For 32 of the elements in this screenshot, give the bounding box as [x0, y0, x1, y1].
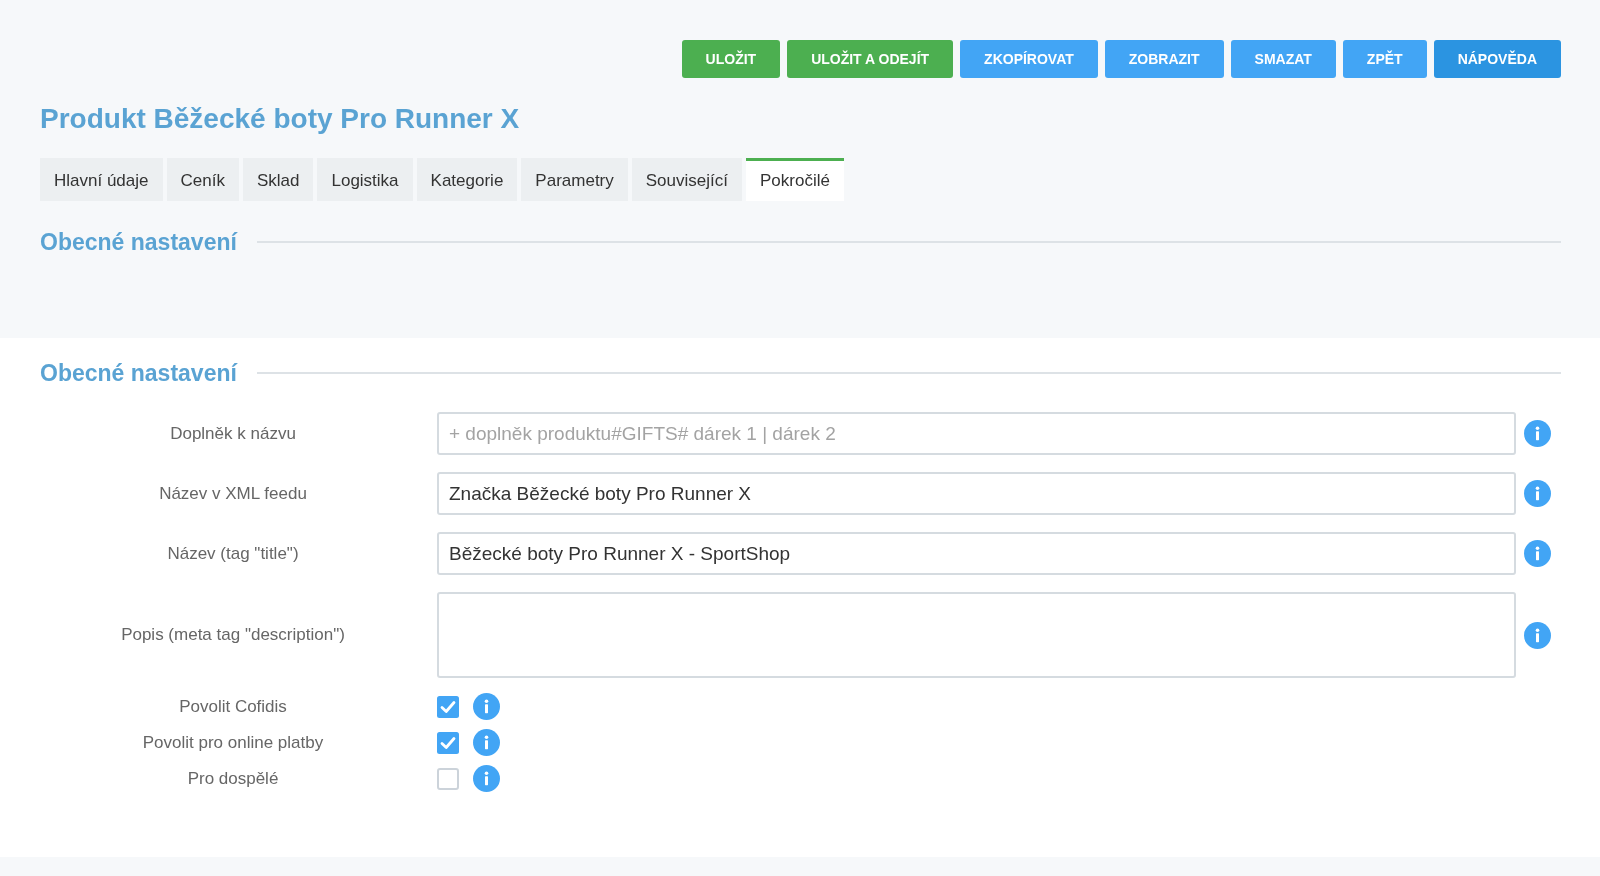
tab[interactable]: Související: [631, 158, 742, 201]
tab[interactable]: Kategorie: [416, 158, 518, 201]
text-input[interactable]: + doplněk produktu#GIFTS# dárek 1 | dárek 2: [437, 412, 1516, 455]
field-label: Název (tag "title"): [167, 543, 299, 563]
tab[interactable]: Sklad: [242, 158, 314, 201]
info-icon[interactable]: [1524, 420, 1551, 447]
section-heading: Obecné nastavení: [40, 228, 237, 257]
info-icon[interactable]: [1524, 480, 1551, 507]
tab[interactable]: Ceník: [166, 158, 239, 201]
section-heading: Obecné nastavení: [40, 359, 237, 388]
tab[interactable]: Parametry: [521, 158, 628, 201]
info-icon[interactable]: [1524, 621, 1551, 649]
text-input[interactable]: Značka Běžecké boty Pro Runner X: [437, 472, 1516, 515]
tab[interactable]: Pokročilé: [746, 158, 844, 201]
tab[interactable]: Hlavní údaje: [40, 158, 163, 201]
info-icon[interactable]: [473, 693, 500, 720]
field-label: Název v XML feedu: [159, 483, 307, 503]
field-label: Doplněk k názvu: [170, 423, 296, 443]
checkbox[interactable]: [437, 695, 459, 718]
checkbox[interactable]: [437, 731, 459, 754]
tab[interactable]: Logistika: [317, 158, 413, 201]
text-input[interactable]: Běžecké boty Pro Runner X - SportShop: [437, 532, 1516, 575]
checkbox[interactable]: [437, 767, 459, 790]
page-title: Produkt Běžecké boty Pro Runner X: [40, 102, 520, 136]
info-icon[interactable]: [473, 765, 500, 792]
info-icon[interactable]: [473, 729, 500, 756]
field-label: Povolit Cofidis: [179, 696, 287, 716]
textarea-field[interactable]: [437, 592, 1516, 678]
field-label: Popis (meta tag "description"): [121, 625, 345, 644]
info-icon[interactable]: [1524, 540, 1551, 567]
field-label: Pro dospělé: [187, 768, 279, 788]
field-label: Povolit pro online platby: [142, 732, 324, 752]
